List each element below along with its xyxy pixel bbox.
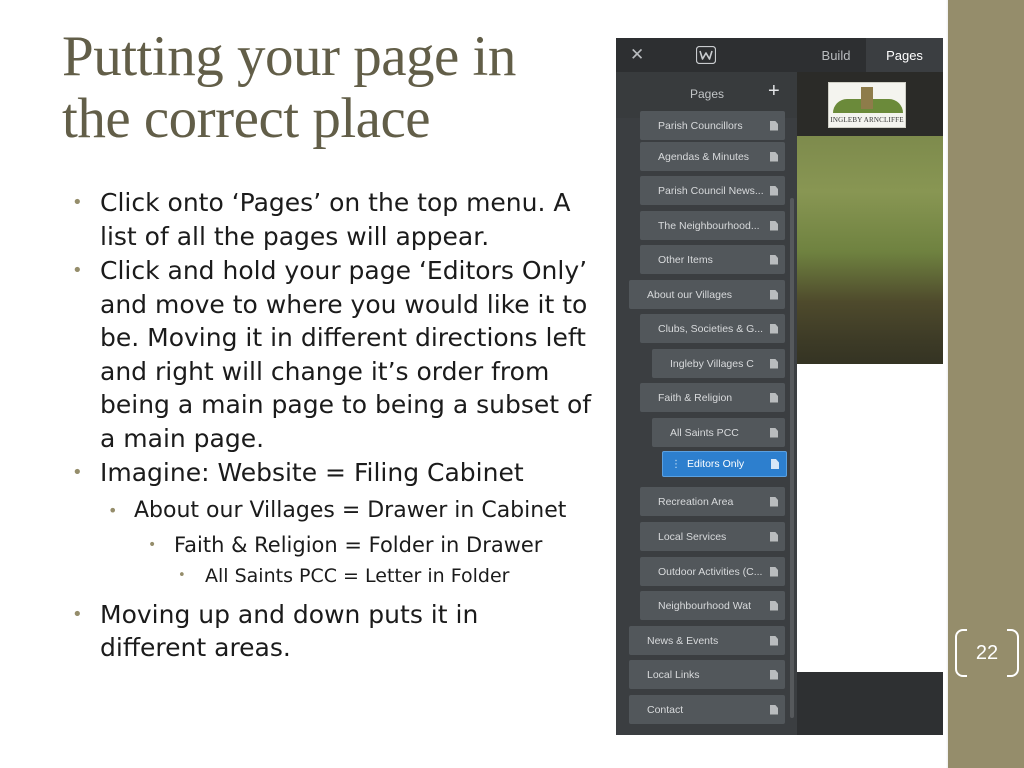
page-icon — [770, 120, 778, 131]
page-item[interactable]: Agendas & Minutes — [640, 142, 785, 171]
bullet-item: • Click and hold your page ‘Editors Only’… — [72, 254, 592, 455]
page-item-label: Parish Council News... — [658, 184, 764, 197]
bullet-text: Moving up and down puts it in different … — [100, 599, 479, 663]
pages-list-scrollbar[interactable] — [790, 198, 794, 718]
page-item-label: About our Villages — [647, 288, 733, 301]
page-icon — [770, 220, 778, 231]
bullet-icon: • — [178, 567, 186, 583]
page-item-label: Local Links — [647, 668, 700, 681]
page-item[interactable]: All Saints PCC — [652, 418, 785, 447]
page-item[interactable]: Clubs, Societies & G... — [640, 314, 785, 343]
bullet-icon: • — [72, 462, 83, 483]
page-item[interactable]: Other Items — [640, 245, 785, 274]
bullet-icon: • — [72, 260, 83, 281]
page-icon — [770, 254, 778, 265]
page-item-dragging[interactable]: ⋮ Editors Only — [662, 451, 787, 477]
page-item-label: News & Events — [647, 634, 719, 647]
bullet-text: Imagine: Website = Filing Cabinet — [100, 458, 524, 487]
page-icon — [770, 704, 778, 715]
page-item-label: Clubs, Societies & G... — [658, 322, 764, 335]
bullet-text: Faith & Religion = Folder in Drawer — [174, 532, 543, 557]
page-item[interactable]: Contact — [629, 695, 785, 724]
bullet-icon: • — [108, 500, 118, 520]
drag-handle-icon[interactable]: ⋮ — [671, 459, 681, 470]
page-item-label: Recreation Area — [658, 495, 734, 508]
bullet-item: • About our Villages = Drawer in Cabinet — [72, 496, 592, 526]
bullet-item: • Click onto ‘Pages’ on the top menu. A l… — [72, 186, 592, 253]
bullet-text: About our Villages = Drawer in Cabinet — [134, 497, 567, 523]
bullet-text: All Saints PCC = Letter in Folder — [205, 564, 510, 587]
page-icon — [770, 635, 778, 646]
bullet-item: • Faith & Religion = Folder in Drawer — [72, 530, 592, 560]
site-preview-footer — [797, 672, 943, 735]
page-icon — [770, 289, 778, 300]
page-item[interactable]: Faith & Religion — [640, 383, 785, 412]
bullet-text: Click onto ‘Pages’ on the top menu. A li… — [100, 188, 571, 251]
page-icon — [770, 358, 778, 369]
slide-bullet-list: • Click onto ‘Pages’ on the top menu. A l… — [72, 186, 592, 666]
page-item[interactable]: Ingleby Villages C — [652, 349, 785, 378]
site-logo-text: INGLEBY ARNCLIFFE — [830, 116, 904, 124]
page-icon — [770, 566, 778, 577]
page-item-label: Editors Only — [687, 458, 745, 470]
page-icon — [770, 600, 778, 611]
page-item-label: Contact — [647, 703, 684, 716]
page-item-label: Parish Councillors — [658, 119, 743, 132]
site-preview-content — [797, 364, 943, 672]
page-item[interactable]: Outdoor Activities (C... — [640, 557, 785, 586]
slide-title: Putting your page in the correct place — [62, 26, 622, 150]
page-item[interactable]: Parish Council News... — [640, 176, 785, 205]
slide-title-line-2: the correct place — [62, 87, 431, 150]
close-icon[interactable]: ✕ — [630, 45, 644, 65]
w-logo-icon — [696, 46, 716, 64]
page-item[interactable]: Local Links — [629, 660, 785, 689]
page-icon — [770, 427, 778, 438]
page-item[interactable]: About our Villages — [629, 280, 785, 309]
logo-tower-shape — [861, 87, 873, 109]
editor-topbar: ✕ Build Pages — [616, 38, 943, 72]
page-icon — [770, 151, 778, 162]
page-item-label: The Neighbourhood... — [658, 219, 760, 232]
page-item[interactable]: Neighbourhood Wat — [640, 591, 785, 620]
page-icon — [770, 669, 778, 680]
page-item-label: Agendas & Minutes — [658, 150, 750, 163]
page-icon — [770, 531, 778, 542]
page-item-label: Ingleby Villages C — [670, 357, 754, 370]
page-item[interactable]: Parish Councillors — [640, 111, 785, 140]
page-icon — [771, 459, 779, 469]
page-item-label: Local Services — [658, 530, 727, 543]
page-item-label: Other Items — [658, 253, 713, 266]
page-number-text: 22 — [975, 641, 999, 664]
page-icon — [770, 392, 778, 403]
page-icon — [770, 496, 778, 507]
site-logo: INGLEBY ARNCLIFFE — [828, 82, 906, 128]
bullet-item: • All Saints PCC = Letter in Folder — [72, 562, 592, 590]
tab-pages[interactable]: Pages — [866, 38, 943, 72]
page-item-label: Faith & Religion — [658, 391, 733, 404]
page-item[interactable]: Local Services — [640, 522, 785, 551]
bullet-text: Click and hold your page ‘Editors Only’ … — [100, 256, 592, 453]
tab-build[interactable]: Build — [808, 38, 864, 72]
page-item[interactable]: Recreation Area — [640, 487, 785, 516]
page-item-label: Outdoor Activities (C... — [658, 565, 763, 578]
bullet-item: • Moving up and down puts it in different… — [72, 598, 592, 665]
editor-screenshot: ✕ Build Pages INGLEBY ARNCLIFFE Pages + … — [616, 38, 943, 735]
bullet-icon: • — [148, 536, 157, 553]
page-icon — [770, 185, 778, 196]
page-item[interactable]: News & Events — [629, 626, 785, 655]
slide-title-line-1: Putting your page in — [62, 25, 516, 88]
page-item-label: All Saints PCC — [670, 426, 739, 439]
page-item-label: Neighbourhood Wat — [658, 599, 752, 612]
page-item[interactable]: The Neighbourhood... — [640, 211, 785, 240]
plus-icon[interactable]: + — [768, 80, 780, 103]
bullet-icon: • — [72, 603, 83, 625]
bullet-icon: • — [72, 192, 83, 213]
slide-page-number: 22 — [955, 627, 1019, 679]
page-icon — [770, 323, 778, 334]
pages-panel-title: Pages — [690, 87, 725, 101]
bullet-item: • Imagine: Website = Filing Cabinet — [72, 456, 592, 490]
